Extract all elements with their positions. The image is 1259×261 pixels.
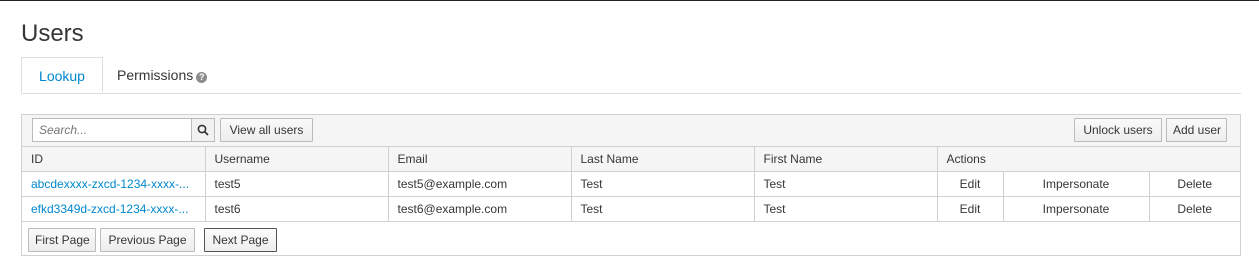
last-name-cell: Test xyxy=(570,171,755,197)
search-icon xyxy=(197,124,209,136)
tab-permissions-label: Permissions xyxy=(117,67,194,83)
help-icon[interactable]: ? xyxy=(196,72,208,83)
page-title: Users xyxy=(21,20,84,47)
table-toolbar: View all users Unlock users Add user xyxy=(22,115,1240,147)
search-button[interactable] xyxy=(191,118,215,142)
next-page-button[interactable]: Next Page xyxy=(204,228,277,252)
user-id-link[interactable]: abcdexxxx-zxcd-1234-xxxx-... xyxy=(22,171,206,197)
email-cell: test5@example.com xyxy=(387,171,572,197)
username-cell: test6 xyxy=(204,196,389,222)
last-name-cell: Test xyxy=(570,196,755,222)
unlock-users-button[interactable]: Unlock users xyxy=(1074,118,1162,142)
impersonate-action[interactable]: Impersonate xyxy=(1002,196,1150,222)
column-header-first-name[interactable]: First Name xyxy=(753,146,938,172)
table-row: efkd3349d-zxcd-1234-xxxx-... test6 test6… xyxy=(22,196,1241,222)
impersonate-action[interactable]: Impersonate xyxy=(1002,171,1150,197)
column-header-id[interactable]: ID xyxy=(22,146,206,172)
tab-lookup[interactable]: Lookup xyxy=(21,57,103,93)
tab-lookup-label: Lookup xyxy=(39,68,85,84)
view-all-users-button[interactable]: View all users xyxy=(220,118,313,142)
edit-action[interactable]: Edit xyxy=(936,171,1004,197)
column-header-actions: Actions xyxy=(936,146,1241,172)
table-row: abcdexxxx-zxcd-1234-xxxx-... test5 test5… xyxy=(22,171,1241,197)
users-panel: View all users Unlock users Add user ID … xyxy=(21,114,1241,256)
search-input[interactable] xyxy=(32,118,192,142)
column-header-email[interactable]: Email xyxy=(387,146,572,172)
previous-page-button[interactable]: Previous Page xyxy=(100,228,195,252)
table-header-row: ID Username Email Last Name First Name A… xyxy=(22,146,1241,172)
delete-action[interactable]: Delete xyxy=(1148,196,1241,222)
first-page-button[interactable]: First Page xyxy=(28,228,96,252)
users-table: ID Username Email Last Name First Name A… xyxy=(22,146,1241,222)
column-header-last-name[interactable]: Last Name xyxy=(570,146,755,172)
first-name-cell: Test xyxy=(753,171,938,197)
tab-permissions[interactable]: Permissions? xyxy=(117,57,208,93)
delete-action[interactable]: Delete xyxy=(1148,171,1241,197)
email-cell: test6@example.com xyxy=(387,196,572,222)
edit-action[interactable]: Edit xyxy=(936,196,1004,222)
first-name-cell: Test xyxy=(753,196,938,222)
user-id-link[interactable]: efkd3349d-zxcd-1234-xxxx-... xyxy=(22,196,206,222)
column-header-username[interactable]: Username xyxy=(204,146,389,172)
tab-bar: Lookup Permissions? xyxy=(21,57,1241,94)
add-user-button[interactable]: Add user xyxy=(1166,118,1227,142)
username-cell: test5 xyxy=(204,171,389,197)
